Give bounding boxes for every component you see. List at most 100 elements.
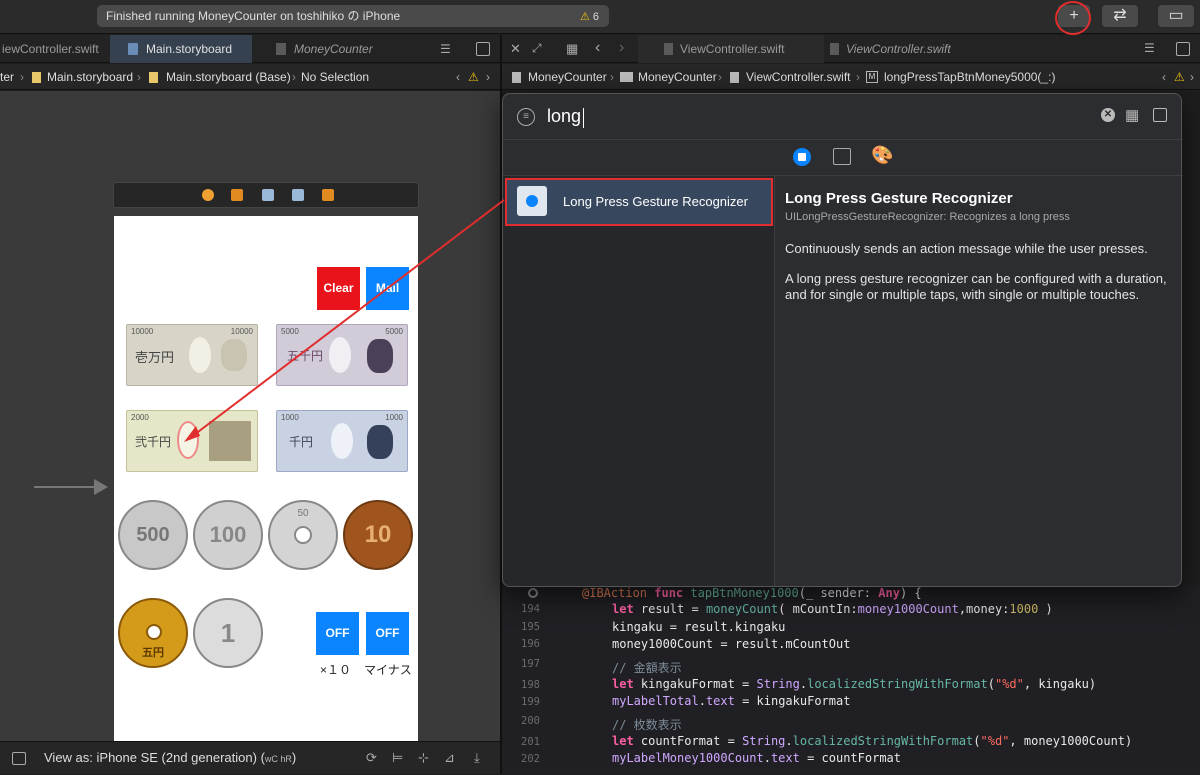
- off-button-x10[interactable]: OFF: [316, 612, 359, 655]
- clear-search-icon[interactable]: ✕: [1101, 108, 1115, 122]
- breadcrumb-item-file[interactable]: ViewController.swift: [746, 64, 850, 90]
- storyboard-file-icon: [32, 72, 41, 83]
- view-controller-icon[interactable]: [202, 189, 214, 201]
- coin-1[interactable]: 1: [193, 598, 263, 668]
- tab-viewcontroller[interactable]: iewController.swift: [0, 35, 108, 63]
- media-library-icon[interactable]: [833, 148, 851, 165]
- breadcrumb-item-base[interactable]: Main.storyboard (Base): [166, 64, 291, 90]
- bill-2000[interactable]: 2000 弐千円: [126, 410, 258, 472]
- chevron-left-icon[interactable]: ‹: [456, 64, 460, 90]
- x10-label: ×１０: [320, 663, 352, 677]
- objects-library-icon[interactable]: [793, 148, 811, 166]
- coin-10[interactable]: 10: [343, 500, 413, 570]
- bill-5000[interactable]: 5000 5000 五千円: [276, 324, 408, 386]
- activity-status[interactable]: Finished running MoneyCounter on toshihi…: [97, 5, 609, 27]
- tab-viewcontroller-2[interactable]: ViewController.swift: [828, 35, 1008, 63]
- split-editor-icon[interactable]: [1176, 42, 1190, 56]
- tab-moneycounter[interactable]: MoneyCounter: [270, 35, 400, 63]
- library-search-input[interactable]: long: [547, 106, 581, 127]
- off-button-minus[interactable]: OFF: [366, 612, 409, 655]
- folder-icon: [620, 72, 633, 82]
- gesture-recognizer-icon[interactable]: [292, 189, 304, 201]
- chevron-right-icon[interactable]: ›: [619, 39, 624, 57]
- bill-kanji: 五千円: [287, 349, 324, 363]
- library-detail-pane: Long Press Gesture Recognizer UILongPres…: [785, 176, 1175, 303]
- breadcrumb-item-method[interactable]: longPressTapBtnMoney5000(_:): [884, 64, 1055, 90]
- breadcrumb-item-project[interactable]: ter: [0, 64, 14, 90]
- color-palette-icon[interactable]: 🎨: [871, 145, 893, 166]
- library-search-bar: ≡ long ✕ ▦: [503, 94, 1183, 140]
- detail-title: Long Press Gesture Recognizer: [785, 190, 1013, 207]
- add-constraints-icon[interactable]: ⊹: [418, 742, 429, 774]
- scene-dock: [113, 182, 419, 208]
- coin-100[interactable]: 100: [193, 500, 263, 570]
- chevron-right-icon: ›: [137, 70, 141, 84]
- bill-kanji: 壱万円: [135, 350, 175, 365]
- coin-value: 五円: [142, 647, 164, 659]
- swift-file-icon: [664, 43, 673, 55]
- gesture-recognizer-icon[interactable]: [262, 189, 274, 201]
- coin-50[interactable]: 50: [268, 500, 338, 570]
- coin-500[interactable]: 500: [118, 500, 188, 570]
- clear-button[interactable]: Clear: [317, 267, 360, 310]
- breadcrumb-item-project[interactable]: MoneyCounter: [528, 64, 607, 90]
- size-class: wC hR: [264, 754, 292, 764]
- grid-view-icon[interactable]: ▦: [1125, 106, 1139, 124]
- code-line-200: // 枚数表示: [612, 718, 682, 732]
- left-breadcrumb: ter › Main.storyboard › Main.storyboard …: [0, 64, 500, 90]
- project-icon: [512, 72, 521, 83]
- mail-button[interactable]: Mail: [366, 267, 409, 310]
- right-breadcrumb: MoneyCounter › MoneyCounter › ViewContro…: [502, 64, 1200, 90]
- exit-icon[interactable]: [322, 189, 334, 201]
- chevron-right-icon: ›: [20, 70, 24, 84]
- tab-label: ViewController.swift: [680, 42, 785, 56]
- line-number: 201: [521, 736, 540, 748]
- editor-options-icon[interactable]: ☰: [1144, 41, 1155, 55]
- bill-kanji: 千円: [289, 435, 314, 449]
- code-review-button[interactable]: ⇄: [1102, 5, 1138, 27]
- shureimon-gate: [209, 421, 251, 461]
- tab-main-storyboard[interactable]: Main.storyboard: [110, 35, 252, 63]
- tab-viewcontroller-1[interactable]: ViewController.swift: [638, 35, 824, 63]
- detail-view-icon[interactable]: [1153, 108, 1167, 122]
- swift-file-icon: [730, 72, 739, 83]
- phone-view[interactable]: Clear Mail 10000 10000 壱万円 5000 5000 五千円…: [114, 216, 418, 746]
- warning-badge[interactable]: ⚠ 6: [580, 5, 599, 28]
- update-frames-icon[interactable]: ⟳: [366, 742, 377, 774]
- chevron-left-icon[interactable]: ‹: [595, 39, 600, 57]
- warning-icon[interactable]: ⚠: [468, 64, 479, 90]
- code-editor[interactable]: @IBAction func tapBtnMoney1000(_ sender:…: [502, 586, 1200, 774]
- list-icon[interactable]: ☰: [440, 42, 456, 56]
- align-icon[interactable]: ⊨: [392, 742, 403, 774]
- close-icon[interactable]: ✕: [510, 41, 521, 57]
- line-number: 199: [521, 696, 540, 708]
- resolve-issues-icon[interactable]: ⊿: [444, 742, 455, 774]
- filter-icon[interactable]: ≡: [517, 108, 535, 126]
- grid-icon[interactable]: ▦: [566, 41, 578, 57]
- text-cursor: [583, 108, 584, 128]
- breadcrumb-item-selection[interactable]: No Selection: [301, 64, 369, 90]
- breadcrumb-item-storyboard[interactable]: Main.storyboard: [47, 64, 133, 90]
- view-as-label[interactable]: View as: iPhone SE (2nd generation) (wC …: [44, 742, 296, 775]
- inspector-toggle-button[interactable]: ▭: [1158, 5, 1194, 27]
- bill-1000[interactable]: 1000 1000 千円: [276, 410, 408, 472]
- breadcrumb-item-group[interactable]: MoneyCounter: [638, 64, 717, 90]
- connection-dot-icon[interactable]: [528, 588, 538, 598]
- canvas-bottom-bar: View as: iPhone SE (2nd generation) (wC …: [0, 741, 500, 774]
- chevron-right-icon[interactable]: ›: [486, 64, 490, 90]
- chevron-left-icon[interactable]: ‹: [1162, 64, 1166, 90]
- chevron-right-icon[interactable]: ›: [1190, 64, 1194, 90]
- split-editor-icon[interactable]: [476, 42, 490, 56]
- bill-10000[interactable]: 10000 10000 壱万円: [126, 324, 258, 386]
- warning-icon[interactable]: ⚠: [1174, 64, 1185, 90]
- document-outline-icon[interactable]: [12, 752, 26, 765]
- coin-5[interactable]: 五円: [118, 598, 188, 668]
- embed-in-icon[interactable]: ⤓: [474, 742, 480, 774]
- library-item-long-press[interactable]: Long Press Gesture Recognizer: [505, 178, 773, 226]
- coin-hole: [294, 526, 312, 544]
- window-toolbar: Finished running MoneyCounter on toshihi…: [0, 0, 1200, 35]
- first-responder-icon[interactable]: [231, 189, 243, 201]
- expand-icon[interactable]: ⤢: [532, 41, 542, 56]
- library-category-bar: 🎨: [503, 140, 1183, 176]
- watermark: [331, 423, 353, 459]
